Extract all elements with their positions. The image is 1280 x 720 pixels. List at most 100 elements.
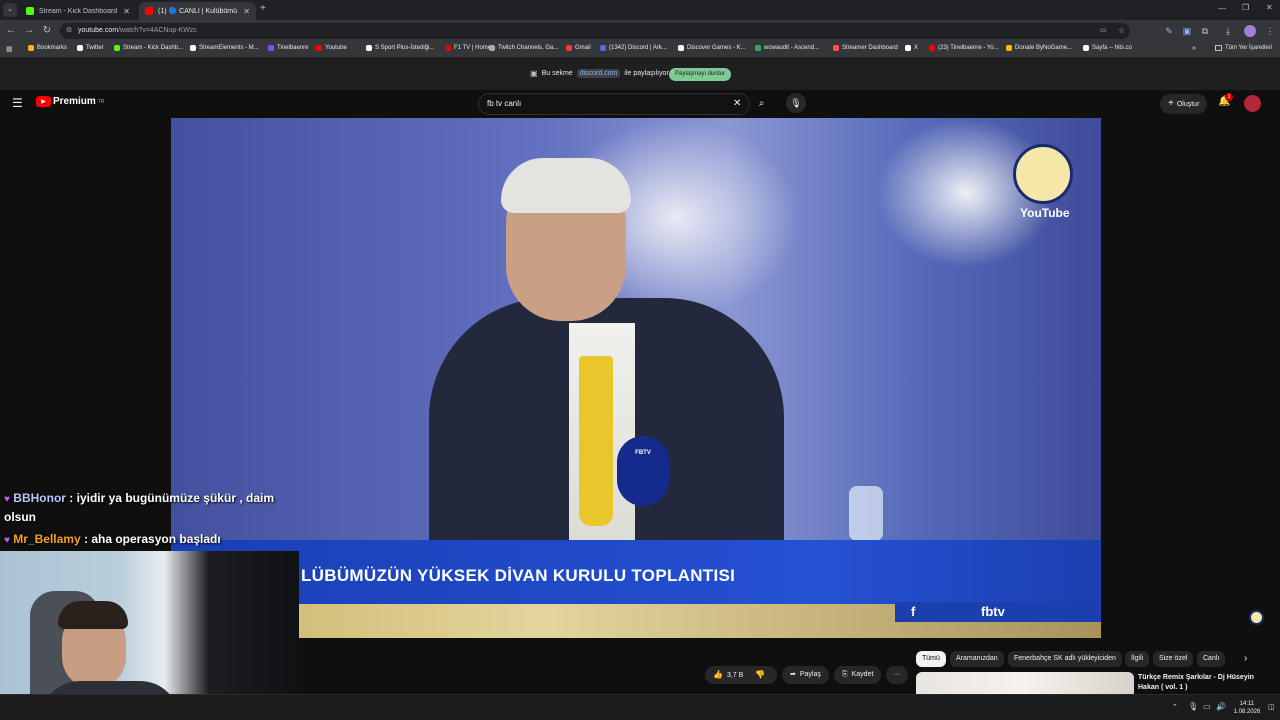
badge-heart-icon: ♥ bbox=[4, 535, 10, 546]
bookmark-favicon-icon bbox=[316, 45, 322, 51]
menu-kebab-icon[interactable]: ⋮ bbox=[1264, 25, 1276, 37]
bookmark-item[interactable]: X bbox=[905, 45, 918, 51]
notification-center-icon[interactable]: ◫ bbox=[1268, 703, 1275, 711]
all-bookmarks-label: Tüm Yer İşaretleri bbox=[1225, 45, 1273, 51]
clear-search-icon[interactable]: ✕ bbox=[733, 94, 741, 114]
bookmark-favicon-icon bbox=[600, 45, 606, 51]
share-button[interactable]: ➦ Paylaş bbox=[782, 666, 829, 684]
microphone-flag: FBTV bbox=[617, 436, 669, 506]
bookmark-item[interactable]: StreamElements - M... bbox=[190, 45, 259, 51]
download-icon[interactable]: ⤓ bbox=[1222, 25, 1234, 37]
bookmark-item[interactable]: Sayfa -- hits.co bbox=[1083, 45, 1132, 51]
video-player[interactable]: FBTV YouTube LÜBÜMÜZÜN YÜKSEK DİVAN KURU… bbox=[171, 118, 1101, 638]
mic-tray-icon[interactable]: 🎙 bbox=[1188, 702, 1198, 711]
bookmark-label: Donate ByNoGame... bbox=[1015, 45, 1073, 51]
channel-logo-icon[interactable] bbox=[1249, 610, 1264, 625]
bookmark-item[interactable]: Stream - Kick Dashb... bbox=[114, 45, 183, 51]
site-info-icon[interactable]: ⚙ bbox=[66, 23, 72, 39]
hamburger-menu-icon[interactable]: ☰ bbox=[12, 96, 23, 110]
plus-icon: + bbox=[1168, 98, 1174, 109]
save-label: Kaydet bbox=[851, 671, 874, 678]
search-input[interactable]: fb tv canlı ✕ bbox=[478, 93, 750, 115]
url-host: youtube.com bbox=[78, 27, 119, 34]
browser-tab-strip: ⌄ Stream - Kick Dashboard ✕ (1) 🔵 CANLI … bbox=[0, 0, 1280, 20]
cast-icon[interactable]: ▭ bbox=[1100, 23, 1107, 39]
badge-heart-icon: ♥ bbox=[4, 494, 10, 505]
bookmark-item[interactable]: Discover Games - K... bbox=[678, 45, 746, 51]
chat-username: Mr_Bellamy bbox=[13, 532, 81, 546]
volume-icon[interactable]: 🔊 bbox=[1216, 702, 1226, 711]
chip-from-search[interactable]: Aramanızdan bbox=[950, 651, 1004, 667]
window-close-icon[interactable]: ✕ bbox=[1266, 3, 1273, 12]
bookmark-item[interactable]: Tinelbaenre bbox=[268, 45, 308, 51]
restore-icon[interactable]: ❐ bbox=[1242, 3, 1249, 12]
bookmark-item[interactable]: S Sport Plus-İstediği... bbox=[366, 45, 434, 51]
chip-all[interactable]: Tümü bbox=[916, 651, 946, 667]
all-bookmarks-button[interactable]: Tüm Yer İşaretleri bbox=[1215, 45, 1272, 51]
search-value: fb tv canlı bbox=[487, 99, 522, 108]
bookmark-item[interactable]: wowaudit - Ascend... bbox=[755, 45, 819, 51]
voice-search-icon[interactable]: 🎙 bbox=[786, 93, 806, 113]
profile-avatar[interactable] bbox=[1244, 25, 1256, 37]
chip-related[interactable]: İlgili bbox=[1125, 651, 1150, 667]
bookmark-item[interactable]: Youtube bbox=[316, 45, 347, 51]
save-button[interactable]: ⎘ Kaydet bbox=[834, 666, 882, 684]
tab-search-button[interactable]: ⌄ bbox=[3, 3, 17, 17]
thumbs-down-icon[interactable]: 👎 bbox=[755, 666, 765, 684]
bookmark-item[interactable]: Streamer Dashboard bbox=[833, 45, 898, 51]
bookmark-favicon-icon bbox=[489, 45, 495, 51]
forward-icon[interactable]: → bbox=[22, 24, 36, 38]
youtube-premium-logo[interactable]: ▶ Premium TR bbox=[36, 96, 104, 107]
network-icon[interactable]: ▭ bbox=[1203, 702, 1211, 711]
recommended-thumbnail[interactable] bbox=[916, 672, 1134, 694]
create-button[interactable]: + Oluştur bbox=[1160, 94, 1208, 114]
chip-live[interactable]: Canlı bbox=[1197, 651, 1226, 667]
bookmark-item[interactable]: Bookmarks bbox=[28, 45, 67, 51]
apps-grid-icon[interactable]: ▦ bbox=[6, 45, 13, 53]
fbtv-bar: f fbtv bbox=[895, 602, 1101, 622]
tab-title: (1) 🔵 CANLI | Kulübümüz... bbox=[158, 8, 238, 15]
bookmark-item[interactable]: Gmail bbox=[566, 45, 591, 51]
bookmark-item[interactable]: Twitter bbox=[77, 45, 104, 51]
bookmark-label: (1342) Discord | Ark... bbox=[609, 45, 667, 51]
user-avatar[interactable] bbox=[1244, 95, 1261, 112]
new-tab-button[interactable]: + bbox=[260, 3, 266, 14]
chat-username: BBHonor bbox=[13, 491, 66, 505]
address-bar[interactable]: ⚙ youtube.com/watch?v=4ACNup-KWzc ☆ ▭ bbox=[60, 23, 1130, 39]
extensions-puzzle-icon[interactable]: ⧉ bbox=[1199, 25, 1211, 37]
close-tab-icon[interactable]: ✕ bbox=[123, 7, 130, 16]
water-bottle bbox=[849, 486, 883, 541]
tab-kick-dashboard[interactable]: Stream - Kick Dashboard ✕ bbox=[20, 2, 136, 20]
bookmark-item[interactable]: Donate ByNoGame... bbox=[1006, 45, 1072, 51]
tab-youtube-live[interactable]: (1) 🔵 CANLI | Kulübümüz... ✕ bbox=[139, 2, 256, 20]
chevron-right-icon[interactable]: › bbox=[1244, 653, 1247, 664]
bookmark-label: Sayfa -- hits.co bbox=[1092, 45, 1133, 51]
bookmark-label: Twitch Channels, Ga... bbox=[498, 45, 559, 51]
bookmark-item[interactable]: Twitch Channels, Ga... bbox=[489, 45, 558, 51]
back-icon[interactable]: ← bbox=[4, 24, 18, 38]
more-actions-button[interactable]: ··· bbox=[886, 666, 908, 684]
extension-icon[interactable]: ✎ bbox=[1163, 25, 1175, 37]
like-button[interactable]: 👍 3,7 B 👎 bbox=[705, 666, 777, 684]
bookmark-star-icon[interactable]: ☆ bbox=[1118, 23, 1125, 39]
bookmark-label: Stream - Kick Dashb... bbox=[123, 45, 184, 51]
chip-from-uploader[interactable]: Fenerbahçe SK adlı yükleyiciden bbox=[1008, 651, 1122, 667]
bookmark-item[interactable]: (23) Tinelbaenre - Yo... bbox=[929, 45, 999, 51]
chip-for-you[interactable]: Size özel bbox=[1153, 651, 1194, 667]
close-tab-icon[interactable]: ✕ bbox=[243, 7, 250, 16]
minimize-icon[interactable]: — bbox=[1218, 4, 1226, 13]
search-icon[interactable]: ⌕ bbox=[753, 95, 770, 112]
bookmark-favicon-icon bbox=[28, 45, 34, 51]
bookmark-item[interactable]: F1 TV | Home bbox=[445, 45, 491, 51]
bookmarks-overflow-button[interactable]: » bbox=[1192, 45, 1196, 52]
clock[interactable]: 14:11 1.08.2026 bbox=[1232, 700, 1262, 716]
reload-icon[interactable]: ↻ bbox=[40, 24, 54, 38]
stop-sharing-button[interactable]: Paylaşmayı durdur bbox=[669, 68, 732, 81]
tab-title: Stream - Kick Dashboard bbox=[39, 7, 118, 15]
extension-icon[interactable]: ▣ bbox=[1181, 25, 1193, 37]
tray-overflow-icon[interactable]: ⌃ bbox=[1172, 703, 1178, 711]
bookmark-item[interactable]: (1342) Discord | Ark... bbox=[600, 45, 667, 51]
lower-third-title: LÜBÜMÜZÜN YÜKSEK DİVAN KURULU TOPLANTISI bbox=[301, 566, 736, 585]
recommended-title[interactable]: Türkçe Remix Şarkılar - Dj Hüseyin Hakan… bbox=[1138, 673, 1258, 693]
kick-icon bbox=[26, 7, 34, 15]
